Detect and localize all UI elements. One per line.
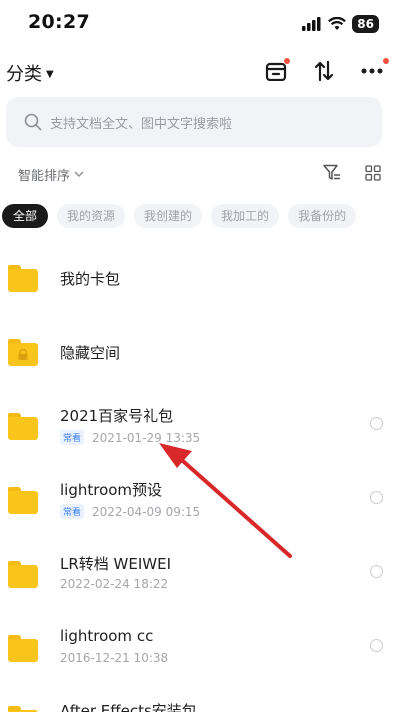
chip-all[interactable]: 全部 [2, 204, 49, 228]
top-nav: 分类 ▼ [0, 52, 399, 92]
lock-icon [18, 349, 28, 360]
file-meta: 2016-12-21 10:38 [60, 651, 168, 665]
search-input[interactable]: 支持文档全文、图中文字搜索啦 [6, 97, 382, 147]
file-name: 我的卡包 [60, 270, 121, 288]
chip-my-processed[interactable]: 我加工的 [211, 204, 280, 228]
grid-view-icon[interactable] [365, 164, 381, 181]
folder-icon [8, 487, 38, 514]
list-item[interactable]: LR转档 WEIWEI 2022-02-24 18:22 [0, 536, 399, 610]
list-item[interactable]: After Effects安装包 [0, 684, 399, 712]
frequent-badge: 常看 [60, 430, 85, 445]
wifi-icon [328, 17, 347, 30]
list-item[interactable]: 隐藏空间 [0, 314, 399, 388]
status-icons: 86 [302, 14, 379, 34]
caret-down-icon: ▼ [46, 69, 54, 80]
file-meta: 常看 2021-01-29 13:35 [60, 430, 200, 445]
file-date: 2022-02-24 18:22 [60, 577, 169, 591]
category-label: 分类 [6, 64, 42, 85]
folder-icon [8, 413, 38, 440]
chip-my-resources[interactable]: 我的资源 [57, 204, 126, 228]
list-item[interactable]: lightroom预设 常看 2022-04-09 09:15 [0, 462, 399, 536]
filter-icon[interactable] [323, 164, 341, 181]
file-date: 2021-01-29 13:35 [92, 430, 201, 445]
transfer-box-icon[interactable] [263, 58, 290, 84]
chip-my-created[interactable]: 我创建的 [134, 204, 203, 228]
sort-row: 智能排序 [0, 160, 399, 188]
file-name: After Effects安装包 [60, 702, 197, 712]
file-meta: 常看 2022-04-09 09:15 [60, 504, 200, 519]
file-name: LR转档 WEIWEI [60, 555, 172, 573]
sort-arrows-icon[interactable] [311, 58, 337, 84]
status-bar: 20:27 86 [0, 0, 399, 48]
search-placeholder: 支持文档全文、图中文字搜索啦 [50, 116, 233, 132]
file-date: 2022-04-09 09:15 [92, 504, 201, 519]
chevron-down-icon [74, 171, 84, 177]
frequent-badge: 常看 [60, 504, 85, 519]
sort-tools [323, 164, 381, 181]
signal-icon [302, 17, 321, 31]
notification-dot [284, 58, 290, 64]
folder-icon [8, 635, 38, 662]
select-radio[interactable] [370, 565, 383, 578]
locked-folder-icon [8, 339, 38, 366]
list-item[interactable]: 我的卡包 [0, 240, 399, 314]
select-radio[interactable] [370, 491, 383, 504]
nav-icons [263, 58, 389, 84]
file-date: 2016-12-21 10:38 [60, 651, 169, 665]
sort-label: 智能排序 [18, 169, 71, 184]
more-icon[interactable] [359, 58, 389, 84]
folder-icon [8, 265, 38, 292]
search-icon [24, 113, 42, 131]
file-name: 2021百家号礼包 [60, 407, 174, 425]
list-item[interactable]: lightroom cc 2016-12-21 10:38 [0, 610, 399, 684]
file-name: lightroom cc [60, 627, 154, 645]
battery-indicator: 86 [352, 15, 379, 33]
category-dropdown[interactable]: 分类 ▼ [6, 60, 54, 86]
select-radio[interactable] [370, 639, 383, 652]
file-meta: 2022-02-24 18:22 [60, 577, 168, 591]
file-name: 隐藏空间 [60, 344, 121, 362]
chip-my-backups[interactable]: 我备份的 [288, 204, 357, 228]
folder-icon [8, 706, 38, 712]
folder-icon [8, 561, 38, 588]
sort-dropdown[interactable]: 智能排序 [18, 165, 84, 184]
file-name: lightroom预设 [60, 481, 163, 499]
notification-dot [383, 58, 389, 64]
select-radio[interactable] [370, 417, 383, 430]
filter-chips: 全部 我的资源 我创建的 我加工的 我备份的 [2, 204, 357, 230]
list-item[interactable]: 2021百家号礼包 常看 2021-01-29 13:35 [0, 388, 399, 462]
status-time: 20:27 [28, 11, 90, 33]
